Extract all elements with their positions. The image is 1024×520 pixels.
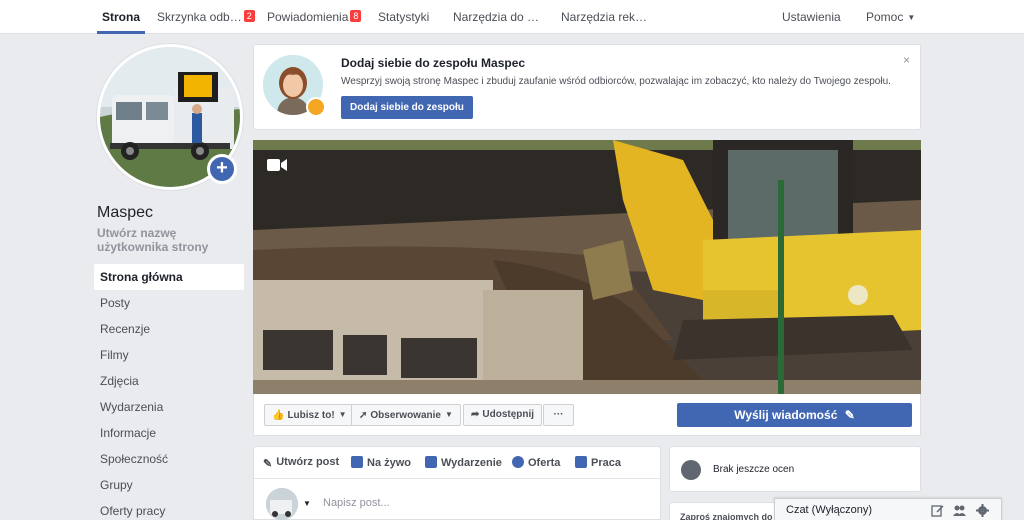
tab-offer[interactable]: Oferta (512, 456, 560, 469)
sidebar-item-photos[interactable]: Zdjęcia (94, 368, 244, 394)
thumbs-up-icon: 👍 (272, 410, 285, 421)
settings-link[interactable]: Ustawienia (782, 0, 841, 34)
gear-icon[interactable] (976, 504, 989, 517)
pencil-icon: ✎ (263, 458, 273, 470)
sidebar-item-reviews[interactable]: Recenzje (94, 316, 244, 342)
video-icon (351, 456, 363, 468)
excavator-photo (253, 140, 921, 394)
tab-go-live-label: Na żywo (367, 457, 412, 469)
tab-publishing-tools-label: Narzędzia do … (453, 10, 540, 24)
tab-insights-label: Statystyki (378, 10, 430, 24)
sidebar-item-community[interactable]: Społeczność (94, 446, 244, 472)
tab-event-label: Wydarzenie (441, 457, 502, 469)
create-username-link[interactable]: Utwórz nazwę użytkownika strony (97, 226, 227, 254)
sidebar-item-jobs[interactable]: Oferty pracy (94, 498, 244, 520)
sidebar-item-videos[interactable]: Filmy (94, 342, 244, 368)
tab-inbox-label: Skrzynka odb… (157, 10, 242, 24)
tab-create-post[interactable]: ✎ Utwórz post (263, 456, 340, 470)
settings-label: Ustawienia (782, 10, 841, 24)
cover-photo[interactable] (253, 140, 921, 394)
follow-button-label: Obserwowanie (370, 410, 441, 421)
help-label: Pomoc (866, 10, 904, 24)
invite-friends-label[interactable]: Zaproś znajomych do (680, 512, 773, 520)
briefcase-icon (575, 456, 587, 468)
share-button[interactable]: ➦ Udostępnij (463, 404, 543, 426)
notifications-count-badge: 8 (350, 10, 362, 22)
rss-icon: ➚ (359, 410, 368, 421)
briefcase-badge-icon (306, 97, 326, 117)
page-title: Maspec (97, 204, 154, 221)
send-message-button[interactable]: Wyślij wiadomość ✎ (677, 403, 912, 427)
sidebar-item-events[interactable]: Wydarzenia (94, 394, 244, 420)
reviews-card: Brak jeszcze ocen (669, 446, 921, 492)
sidebar-item-posts[interactable]: Posty (94, 290, 244, 316)
video-camera-icon[interactable] (267, 158, 287, 172)
calendar-icon (425, 456, 437, 468)
chat-bar[interactable]: Czat (Wyłączony) (774, 498, 1002, 520)
tab-event[interactable]: Wydarzenie (425, 456, 502, 469)
team-card-title: Dodaj siebie do zespołu Maspec (341, 56, 526, 70)
share-button-label: Udostępnij (482, 409, 535, 420)
people-icon[interactable] (953, 504, 966, 517)
post-composer: ✎ Utwórz post Na żywo Wydarzenie Oferta P… (253, 446, 661, 520)
tab-ad-tools-label: Narzędzia rek… (561, 10, 648, 24)
avatar (266, 488, 298, 520)
tab-ad-tools[interactable]: Narzędzia rek… (561, 0, 647, 34)
tab-offer-label: Oferta (528, 457, 561, 469)
send-message-label: Wyślij wiadomość (734, 408, 838, 422)
like-button[interactable]: 👍 Lubisz to! ▼ (264, 404, 355, 426)
chevron-down-icon: ▼ (907, 13, 916, 22)
page-left-nav: Strona główna Posty Recenzje Filmy Zdjęc… (94, 264, 244, 520)
tab-job[interactable]: Praca (575, 456, 621, 469)
add-profile-photo-button[interactable]: + (207, 154, 237, 184)
chevron-down-icon: ▼ (444, 410, 453, 419)
help-menu[interactable]: Pomoc ▼ (866, 0, 915, 34)
tab-notifications[interactable]: Powiadomienia 8 (267, 0, 362, 34)
tab-job-label: Praca (591, 457, 621, 469)
inbox-count-badge: 2 (243, 10, 255, 22)
speech-bubble-icon (681, 460, 701, 480)
tab-notifications-label: Powiadomienia (267, 10, 349, 24)
post-input[interactable] (323, 494, 643, 512)
tab-inbox[interactable]: Skrzynka odb… 2 (157, 0, 255, 34)
more-options-button[interactable]: ··· (543, 404, 574, 426)
pencil-icon: ✎ (844, 408, 855, 422)
team-card-description: Wesprzyj swoją stronę Maspec i zbuduj za… (341, 76, 891, 87)
new-message-icon[interactable] (931, 504, 944, 517)
close-icon[interactable]: × (903, 53, 910, 67)
tab-page-label: Strona (102, 10, 141, 24)
composer-tabs: ✎ Utwórz post Na żywo Wydarzenie Oferta P… (254, 447, 660, 479)
follow-button[interactable]: ➚ Obserwowanie ▼ (351, 404, 461, 426)
share-arrow-icon: ➦ (471, 409, 480, 420)
plus-icon: + (216, 157, 228, 179)
chevron-down-icon: ▼ (338, 410, 347, 419)
tab-publishing-tools[interactable]: Narzędzia do … (453, 0, 539, 34)
tab-go-live[interactable]: Na żywo (351, 456, 411, 469)
chevron-down-icon[interactable]: ▼ (303, 499, 311, 508)
tab-page[interactable]: Strona (97, 0, 146, 34)
add-to-team-card: Dodaj siebie do zespołu Maspec Wesprzyj … (253, 44, 921, 130)
page-tab-bar: Strona Skrzynka odb… 2 Powiadomienia 8 Sta… (0, 0, 1024, 34)
tab-create-post-label: Utwórz post (276, 456, 340, 468)
like-button-label: Lubisz to! (287, 410, 335, 421)
reviews-status: Brak jeszcze ocen (713, 464, 795, 475)
sidebar-item-home[interactable]: Strona główna (94, 264, 244, 290)
sidebar-item-groups[interactable]: Grupy (94, 472, 244, 498)
offer-icon (512, 456, 524, 468)
add-to-team-button[interactable]: Dodaj siebie do zespołu (341, 96, 473, 119)
sidebar-item-about[interactable]: Informacje (94, 420, 244, 446)
chat-status[interactable]: Czat (Wyłączony) (786, 504, 872, 516)
page-action-bar: 👍 Lubisz to! ▼ ➚ Obserwowanie ▼ ➦ Udostępnij … (253, 394, 921, 436)
tab-insights[interactable]: Statystyki (378, 0, 429, 34)
